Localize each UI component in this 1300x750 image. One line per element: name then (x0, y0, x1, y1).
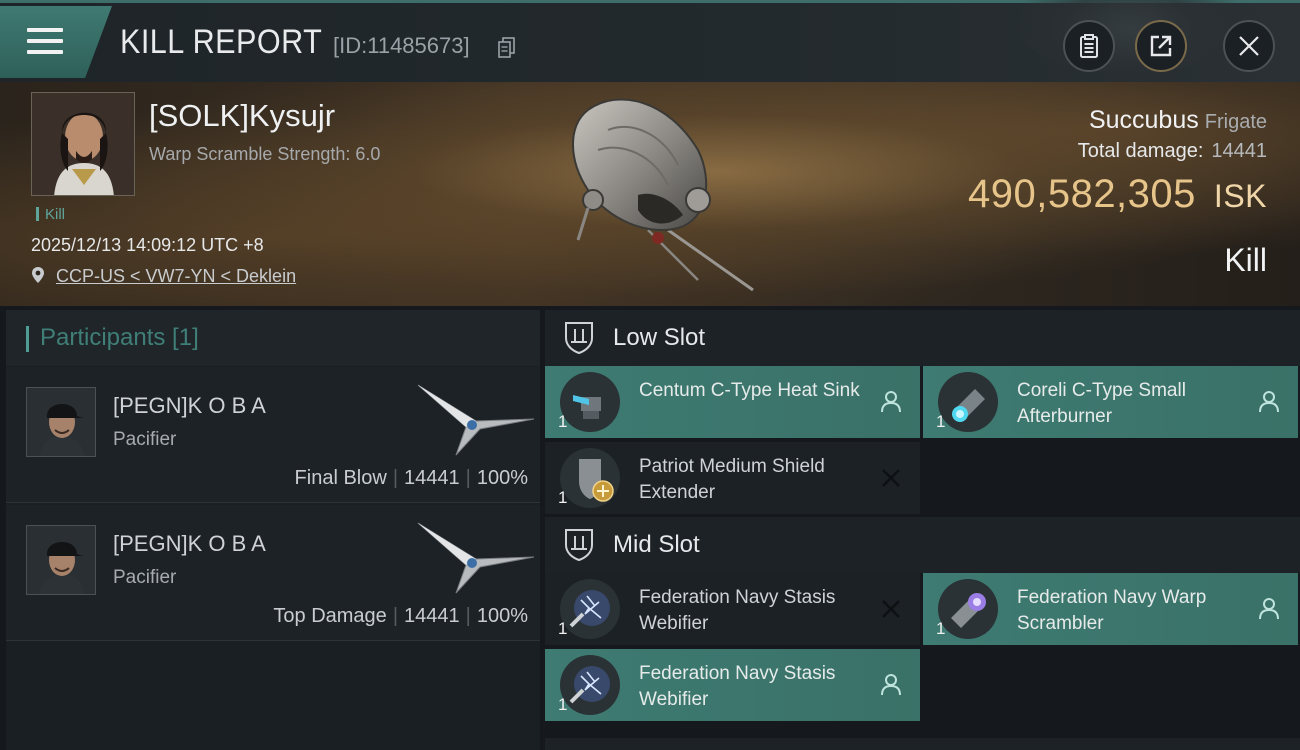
victim-ship-image[interactable] (548, 90, 768, 300)
participant-percent: 100% (476, 467, 528, 489)
mid-slot-title: Mid Slot (613, 531, 700, 558)
participant-stats: Final Blow | 14441 | 100% (294, 467, 528, 489)
isk-value: 490,582,305 ISK (968, 172, 1267, 217)
module-quantity: 1 (558, 619, 568, 638)
module-item[interactable]: 1 Patriot Medium Shield Extender (545, 442, 920, 514)
module-name: Patriot Medium Shield Extender (639, 456, 825, 503)
module-item[interactable]: 1 Coreli C-Type Small Afterburner (923, 366, 1298, 438)
header-accent-bar (26, 326, 29, 352)
ship-name: Succubus (1088, 106, 1199, 134)
module-name: Coreli C-Type Small Afterburner (1017, 380, 1186, 427)
stasis-webifier-icon (560, 655, 620, 715)
module-item[interactable]: 1 Federation Navy Warp Scrambler (923, 573, 1298, 645)
module-name: Centum C-Type Heat Sink (639, 380, 860, 401)
person-icon (881, 391, 901, 413)
kill-location[interactable]: CCP-US < VW7-YN < Deklein (31, 266, 296, 287)
ship-class: Frigate (1204, 111, 1267, 133)
participant-avatar[interactable] (26, 525, 96, 595)
x-icon (882, 600, 900, 618)
stasis-webifier-icon (560, 579, 620, 639)
participant-role: Final Blow (294, 467, 387, 489)
result-label: Kill (1224, 242, 1267, 278)
header-bar: KILL REPORT [ID:11485673] (0, 0, 1300, 82)
victim-portrait[interactable] (31, 92, 135, 196)
mid-slot-header: Mid Slot (545, 517, 1300, 573)
next-slot-header-peek (545, 738, 1300, 750)
warp-scrambler-icon (938, 579, 998, 639)
participants-title: Participants [1] (40, 324, 199, 351)
participants-header: Participants [1] (6, 310, 540, 366)
clipboard-icon (1080, 34, 1098, 58)
participants-panel: Participants [1] [PEGN]K O B A Pacifier … (6, 310, 540, 750)
pin-icon (32, 267, 44, 283)
heat-sink-icon (560, 372, 620, 432)
x-icon (882, 469, 900, 487)
participant-damage: 14441 (404, 605, 460, 627)
victim-banner: [SOLK]Kysujr Warp Scramble Strength: 6.0… (0, 82, 1300, 306)
participant-damage: 14441 (404, 467, 460, 489)
page-title: KILL REPORT (120, 23, 323, 61)
participant-ship-image (417, 384, 535, 456)
planet-decoration (1010, 0, 1250, 73)
participant-avatar[interactable] (26, 387, 96, 457)
participant-row[interactable]: [PEGN]K O B A Pacifier Top Damage | 14441 |… (6, 505, 540, 641)
participant-ship: Pacifier (113, 429, 177, 450)
participant-ship-image (417, 522, 535, 594)
share-icon (1150, 35, 1172, 57)
person-icon (1259, 598, 1279, 620)
module-quantity: 1 (558, 412, 568, 431)
kill-tag: Kill (36, 206, 65, 223)
shield-extender-icon (560, 448, 620, 508)
participant-role: Top Damage (273, 605, 387, 627)
module-quantity: 1 (936, 412, 946, 431)
warp-scramble-strength: Warp Scramble Strength: 6.0 (149, 144, 381, 164)
slot-shield-icon (565, 529, 593, 561)
module-name: Federation Navy Warp Scrambler (1017, 587, 1207, 634)
share-button[interactable] (1135, 20, 1187, 72)
total-damage: Total damage: 14441 (1078, 140, 1267, 163)
victim-ship-name: Succubus Frigate (1089, 106, 1267, 135)
location-link[interactable]: CCP-US < VW7-YN < Deklein (56, 266, 296, 286)
total-damage-label: Total damage: (1077, 140, 1204, 162)
participant-ship: Pacifier (113, 567, 177, 588)
afterburner-icon (938, 372, 998, 432)
participant-name: [PEGN]K O B A (113, 531, 266, 556)
module-quantity: 1 (558, 695, 568, 714)
person-icon (881, 674, 901, 696)
module-item[interactable]: 1 Federation Navy Stasis Webifier (545, 573, 920, 645)
report-id: [ID:11485673] (333, 33, 470, 58)
participant-percent: 100% (476, 605, 528, 627)
close-icon (1239, 36, 1259, 56)
victim-name[interactable]: [SOLK]Kysujr (149, 98, 335, 134)
module-item[interactable]: 1 Federation Navy Stasis Webifier (545, 649, 920, 721)
module-quantity: 1 (936, 619, 946, 638)
clipboard-button[interactable] (1063, 20, 1115, 72)
slot-shield-icon (565, 322, 593, 354)
isk-amount: 490,582,305 (967, 172, 1196, 216)
participant-row[interactable]: [PEGN]K O B A Pacifier Final Blow | 14441 |… (6, 367, 540, 503)
participant-stats: Top Damage | 14441 | 100% (273, 605, 528, 627)
person-icon (1259, 391, 1279, 413)
close-button[interactable] (1223, 20, 1275, 72)
participant-name: [PEGN]K O B A (113, 393, 266, 418)
low-slot-header: Low Slot (545, 310, 1300, 366)
low-slot-title: Low Slot (613, 324, 706, 351)
fitting-slots-panel: Low Slot 1 Centum C-Type Heat Sink 1 Cor… (545, 310, 1300, 750)
isk-unit: ISK (1213, 178, 1267, 214)
module-item[interactable]: 1 Centum C-Type Heat Sink (545, 366, 920, 438)
total-damage-value: 14441 (1211, 140, 1267, 162)
copy-icon[interactable] (498, 37, 516, 59)
module-name: Federation Navy Stasis Webifier (639, 587, 836, 634)
module-name: Federation Navy Stasis Webifier (639, 663, 836, 710)
menu-button[interactable] (0, 6, 112, 78)
menu-icon (27, 28, 63, 56)
kill-time: 2025/12/13 14:09:12 UTC +8 (31, 235, 264, 255)
module-quantity: 1 (558, 488, 568, 507)
